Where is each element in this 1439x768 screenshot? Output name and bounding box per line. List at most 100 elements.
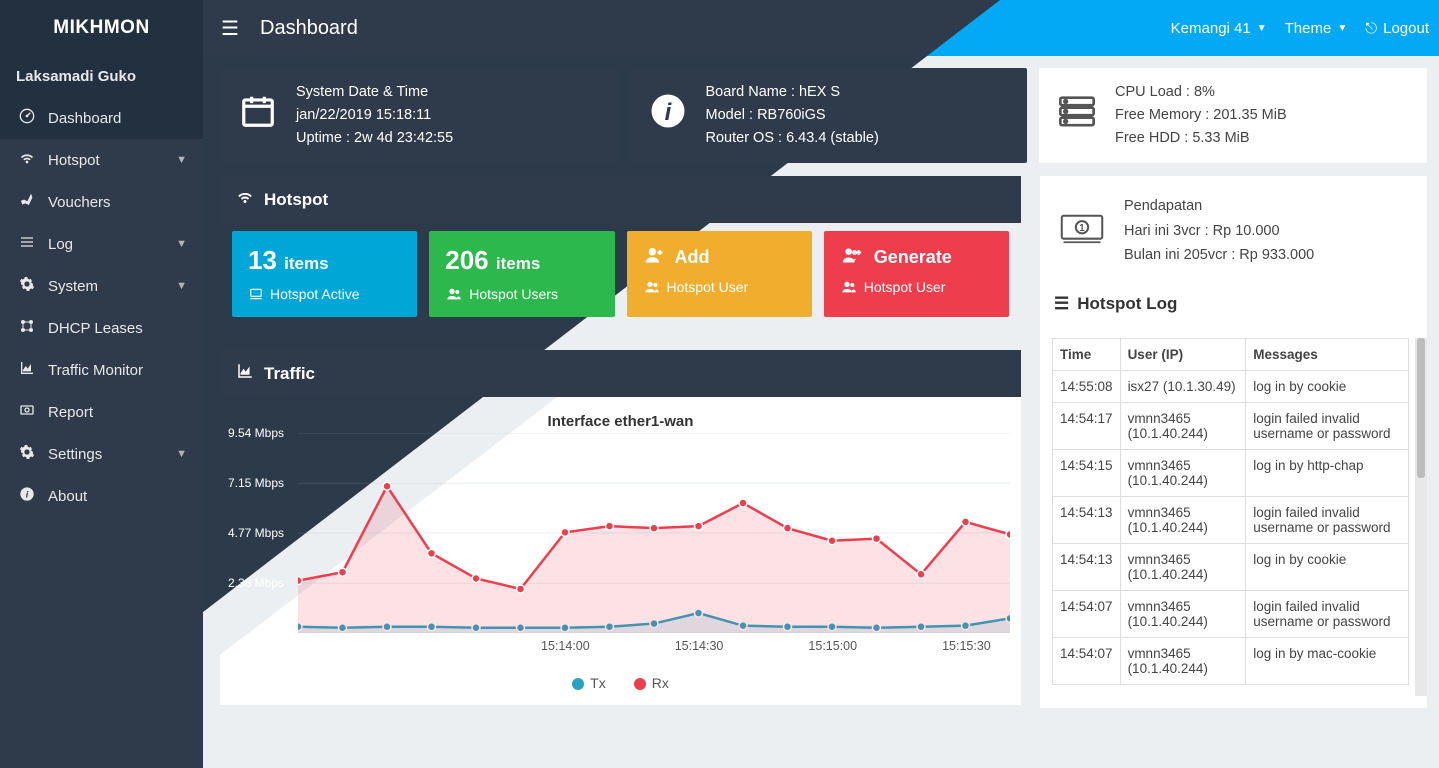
svg-text:1: 1 — [1079, 223, 1085, 234]
tile-icon — [643, 245, 665, 269]
nav-icon — [16, 402, 38, 422]
income-month: Bulan ini 205vcr : Rp 933.000 — [1124, 243, 1314, 268]
sidebar-item-system[interactable]: System ▼ — [0, 265, 203, 307]
hotspot-users-tile[interactable]: 206 itemsHotspot Users — [429, 231, 614, 317]
legend-rx: Rx — [634, 675, 669, 691]
traffic-section-header: Traffic — [220, 350, 1021, 397]
money-icon: 1 — [1060, 212, 1104, 250]
sidebar-user: Laksamadi Guko — [0, 56, 203, 97]
sidebar: Laksamadi Guko Dashboard Hotspot ▼ Vouchers… — [0, 56, 203, 768]
sidebar-item-traffic-monitor[interactable]: Traffic Monitor — [0, 349, 203, 391]
nav-label: Traffic Monitor — [48, 362, 143, 379]
hotspot-log-table: Time User (IP) Messages 14:55:08isx27 (1… — [1052, 338, 1409, 685]
list-icon: ☰ — [1054, 294, 1069, 314]
hotspot-log-header: ☰ Hotspot Log — [1040, 282, 1427, 327]
nav-label: Settings — [48, 446, 102, 463]
traffic-chart-panel: Interface ether1-wan 0 bps 2.38 Mbps 4.77 … — [220, 395, 1021, 705]
caret-down-icon: ▼ — [1257, 23, 1267, 34]
svg-text:i: i — [26, 489, 29, 499]
info-icon: i — [648, 93, 688, 138]
nav-label: Log — [48, 236, 73, 253]
y-tick-label: 0 bps — [255, 626, 284, 640]
tile-icon — [445, 289, 463, 305]
sidebar-item-vouchers[interactable]: Vouchers — [0, 181, 203, 223]
y-tick-label: 7.15 Mbps — [228, 476, 284, 490]
nav-label: System — [48, 278, 98, 295]
calendar-icon — [238, 92, 278, 139]
log-col-time: Time — [1053, 339, 1121, 371]
uptime-value: Uptime : 2w 4d 23:42:55 — [296, 127, 453, 150]
chart-title: Interface ether1-wan — [220, 413, 1021, 430]
nav-icon — [16, 150, 38, 170]
nav-icon — [16, 318, 38, 338]
logout-button[interactable]: ⎋Logout — [1365, 20, 1429, 37]
log-row: 14:54:13vmnn3465 (10.1.40.244)log in by … — [1053, 544, 1409, 591]
log-scrollbar[interactable] — [1415, 338, 1427, 696]
x-tick-label: 15:14:30 — [675, 639, 724, 653]
server-icon — [1057, 91, 1097, 140]
board-name: Board Name : hEX S — [706, 81, 879, 104]
datetime-value: jan/22/2019 15:18:11 — [296, 104, 453, 127]
log-row: 14:55:08isx27 (10.1.30.49)log in by cook… — [1053, 371, 1409, 403]
theme-dropdown[interactable]: Theme▼ — [1285, 20, 1348, 37]
generate-hotspot-user-tile[interactable]: GenerateHotspot User — [824, 231, 1009, 317]
sidebar-item-settings[interactable]: Settings▼ — [0, 433, 203, 475]
nav-label: About — [48, 488, 87, 505]
nav-label: Report — [48, 404, 93, 421]
nav-icon — [16, 444, 38, 464]
tile-icon — [248, 288, 264, 304]
chevron-down-icon: ▼ — [176, 154, 187, 166]
chevron-down-icon: ▼ — [176, 238, 187, 250]
caret-down-icon: ▼ — [1337, 23, 1347, 34]
page-title: Dashboard — [260, 0, 358, 56]
menu-toggle-button[interactable]: ☰ — [210, 0, 250, 56]
hotspot-section-header: Hotspot — [220, 176, 1021, 223]
router-os: Router OS : 6.43.4 (stable) — [706, 127, 879, 150]
nav-icon — [16, 192, 38, 212]
sidebar-item-log[interactable]: Log ▼ — [0, 223, 203, 265]
x-tick-label: 15:15:00 — [808, 639, 857, 653]
nav-label: Dashboard — [48, 110, 121, 127]
log-row: 14:54:07vmnn3465 (10.1.40.244)log in by … — [1053, 638, 1409, 685]
log-col-user: User (IP) — [1120, 339, 1246, 371]
tile-icon-small — [840, 282, 858, 298]
board-info-panel: i Board Name : hEX S Model : RB760iGS Ro… — [630, 68, 1028, 163]
cpu-load: CPU Load : 8% — [1115, 81, 1287, 104]
free-memory: Free Memory : 201.35 MiB — [1115, 104, 1287, 127]
x-tick-label: 15:14:00 — [541, 639, 590, 653]
add-hotspot-user-tile[interactable]: AddHotspot User — [627, 231, 812, 317]
hotspot-log-body: Time User (IP) Messages 14:55:08isx27 (1… — [1040, 326, 1427, 708]
sidebar-item-hotspot[interactable]: Hotspot ▼ — [0, 139, 203, 181]
sidebar-item-dashboard[interactable]: Dashboard — [0, 97, 203, 139]
x-tick-label: 15:13:30 — [407, 639, 456, 653]
wifi-icon — [236, 188, 254, 211]
hotspot-active-tile[interactable]: 13 itemsHotspot Active — [232, 231, 417, 317]
session-dropdown[interactable]: Kemangi 41▼ — [1171, 20, 1267, 37]
sidebar-item-report[interactable]: Report — [0, 391, 203, 433]
sidebar-item-about[interactable]: i About — [0, 475, 203, 517]
log-col-msg: Messages — [1246, 339, 1409, 371]
y-tick-label: 4.77 Mbps — [228, 526, 284, 540]
tile-icon — [840, 245, 864, 269]
income-today: Hari ini 3vcr : Rp 10.000 — [1124, 219, 1314, 244]
log-row: 14:54:07vmnn3465 (10.1.40.244)login fail… — [1053, 591, 1409, 638]
nav-label: Hotspot — [48, 152, 100, 169]
chevron-down-icon: ▼ — [176, 280, 187, 292]
free-hdd: Free HDD : 5.33 MiB — [1115, 127, 1287, 150]
log-row: 14:54:13vmnn3465 (10.1.40.244)login fail… — [1053, 497, 1409, 544]
datetime-label: System Date & Time — [296, 81, 453, 104]
x-tick-label: 15:15:30 — [942, 639, 991, 653]
nav-label: Vouchers — [48, 194, 111, 211]
system-datetime-panel: System Date & Time jan/22/2019 15:18:11 … — [220, 68, 618, 163]
nav-label: DHCP Leases — [48, 320, 143, 337]
nav-icon — [16, 276, 38, 296]
nav-icon: i — [16, 486, 38, 506]
sidebar-item-dhcp-leases[interactable]: DHCP Leases — [0, 307, 203, 349]
y-tick-label: 2.38 Mbps — [228, 576, 284, 590]
resources-panel: CPU Load : 8% Free Memory : 201.35 MiB F… — [1039, 68, 1427, 163]
legend-tx: Tx — [572, 675, 606, 691]
income-title: Pendapatan — [1124, 194, 1314, 219]
chart-legend: Tx Rx — [220, 675, 1021, 691]
tile-icon-small — [643, 282, 661, 298]
brand-logo: MIKHMON — [0, 0, 203, 56]
